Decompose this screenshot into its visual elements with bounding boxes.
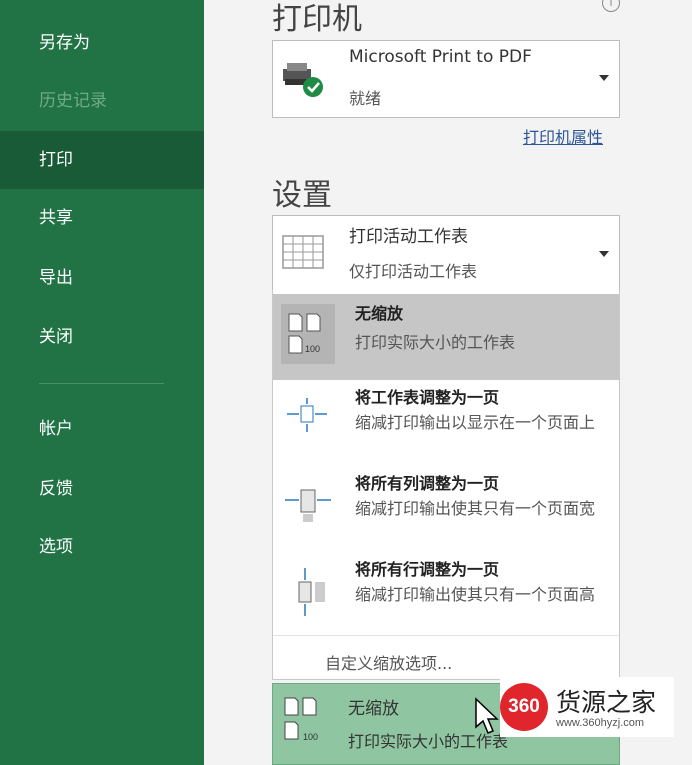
menu-item-title: 将所有列调整为一页: [355, 474, 500, 493]
printer-ready-icon: [281, 59, 325, 103]
scaling-menu: 100 无缩放 打印实际大小的工作表 将工作表调整为一页 缩减打印输出以显示在一…: [272, 290, 620, 680]
nav-share[interactable]: 共享: [0, 189, 204, 247]
chevron-down-icon: [599, 75, 609, 81]
printer-name: Microsoft Print to PDF: [349, 47, 532, 67]
nav-feedback[interactable]: 反馈: [0, 460, 204, 518]
sidebar-divider: [39, 383, 164, 384]
menu-item-desc: 打印实际大小的工作表: [355, 333, 516, 352]
mouse-cursor-icon: [474, 697, 500, 741]
fit-sheet-icon: [281, 398, 335, 442]
fit-rows-icon: [281, 568, 335, 622]
menu-item-title: 将工作表调整为一页: [355, 388, 500, 407]
no-scaling-icon: 100: [281, 304, 335, 368]
printer-status: 就绪: [349, 89, 382, 108]
scaling-option-fit-columns[interactable]: 将所有列调整为一页 缩减打印输出使其只有一个页面宽: [273, 468, 619, 556]
print-scope-title: 打印活动工作表: [349, 227, 468, 247]
nav-export[interactable]: 导出: [0, 249, 204, 307]
printer-section-title: 打印机: [272, 2, 362, 37]
printer-properties-link[interactable]: 打印机属性: [523, 124, 603, 148]
sheet-icon: [281, 232, 327, 280]
menu-item-desc: 缩减打印输出使其只有一个页面宽: [355, 499, 596, 518]
svg-text:100: 100: [305, 344, 320, 354]
scaling-option-fit-rows[interactable]: 将所有行调整为一页 缩减打印输出使其只有一个页面高: [273, 554, 619, 638]
print-scope-sub: 仅打印活动工作表: [349, 262, 478, 281]
nav-options[interactable]: 选项: [0, 518, 204, 576]
chevron-down-icon: [599, 251, 609, 257]
backstage-sidebar: 另存为 历史记录 打印 共享 导出 关闭 帐户 反馈 选项: [0, 0, 204, 765]
nav-history: 历史记录: [39, 91, 107, 111]
scaling-option-fit-sheet[interactable]: 将工作表调整为一页 缩减打印输出以显示在一个页面上: [273, 382, 619, 470]
no-scaling-icon: 100: [281, 694, 331, 756]
nav-save-as[interactable]: 另存为: [0, 14, 204, 72]
watermark-360-badge: 360: [500, 683, 548, 731]
fit-columns-icon: [281, 484, 335, 532]
printer-dropdown[interactable]: Microsoft Print to PDF 就绪: [272, 40, 620, 118]
scaling-option-no-scaling[interactable]: 100 无缩放 打印实际大小的工作表: [273, 294, 619, 380]
print-scope-dropdown[interactable]: 打印活动工作表 仅打印活动工作表: [272, 215, 620, 291]
nav-print[interactable]: 打印: [0, 131, 204, 189]
watermark-brand: 货源之家: [556, 688, 657, 717]
watermark-logo: 360 货源之家 www.360hyzj.com: [500, 677, 674, 737]
menu-item-desc: 缩减打印输出使其只有一个页面高: [355, 585, 596, 604]
watermark-url: www.360hyzj.com: [556, 717, 645, 729]
nav-close[interactable]: 关闭: [0, 308, 204, 366]
custom-scaling-options[interactable]: 自定义缩放选项...: [325, 650, 452, 674]
menu-divider: [273, 635, 619, 636]
nav-account[interactable]: 帐户: [0, 400, 204, 458]
current-scaling-title: 无缩放: [348, 699, 399, 719]
menu-item-title: 将所有行调整为一页: [355, 560, 500, 579]
svg-text:100: 100: [303, 732, 318, 742]
settings-section-title: 设置: [272, 178, 332, 213]
menu-item-title: 无缩放: [355, 304, 404, 323]
menu-item-desc: 缩减打印输出以显示在一个页面上: [355, 413, 596, 432]
